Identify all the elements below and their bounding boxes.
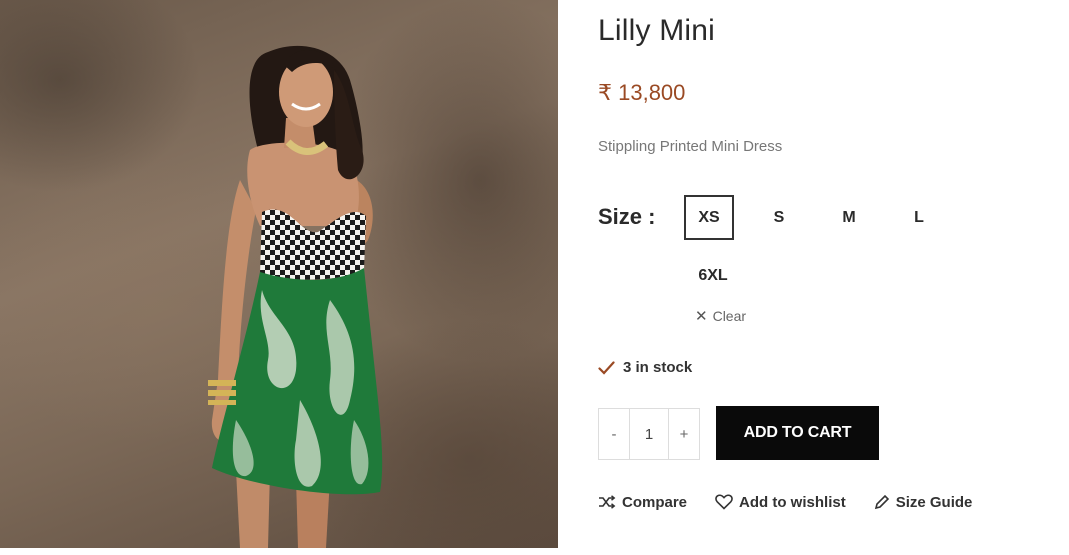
size-option-s[interactable]: S — [754, 195, 804, 240]
wishlist-link[interactable]: Add to wishlist — [715, 494, 846, 511]
product-actions: Compare Add to wishlist Size Guide — [598, 490, 978, 514]
product-short-description: Stippling Printed Mini Dress — [598, 138, 783, 155]
stock-status: 3 in stock — [598, 359, 692, 376]
product-title: Lilly Mini — [598, 14, 716, 47]
product-summary: Lilly Mini ₹ 13,800 Stippling Printed Mi… — [598, 0, 1058, 555]
size-option-m[interactable]: M — [824, 195, 874, 240]
clear-size-link[interactable]: ✕ Clear — [695, 307, 746, 325]
quantity-input[interactable]: 1 — [629, 409, 669, 459]
quantity-stepper: - 1 + — [598, 408, 700, 460]
compare-arrows-icon — [599, 495, 616, 509]
compare-link[interactable]: Compare — [598, 494, 687, 511]
heart-icon — [715, 494, 733, 510]
close-icon: ✕ — [695, 308, 708, 325]
size-option-6xl[interactable]: 6XL — [688, 253, 738, 298]
checkmark-icon — [598, 360, 615, 375]
clear-label: Clear — [712, 308, 747, 324]
compare-label: Compare — [622, 493, 688, 511]
add-to-cart-button[interactable]: ADD TO CART — [716, 406, 879, 460]
size-guide-link[interactable]: Size Guide — [874, 493, 973, 511]
size-option-xs[interactable]: XS — [684, 195, 734, 240]
size-label: Size : — [598, 204, 656, 229]
product-photo-illustration — [208, 45, 383, 548]
product-price: ₹ 13,800 — [598, 80, 686, 105]
stock-text: 3 in stock — [623, 359, 693, 376]
product-image[interactable] — [0, 0, 558, 548]
wishlist-label: Add to wishlist — [739, 493, 846, 511]
pencil-ruler-icon — [874, 494, 889, 510]
size-guide-label: Size Guide — [895, 493, 973, 511]
quantity-increase-button[interactable]: + — [669, 409, 699, 459]
quantity-decrease-button[interactable]: - — [599, 409, 629, 459]
size-option-l[interactable]: L — [894, 195, 944, 240]
